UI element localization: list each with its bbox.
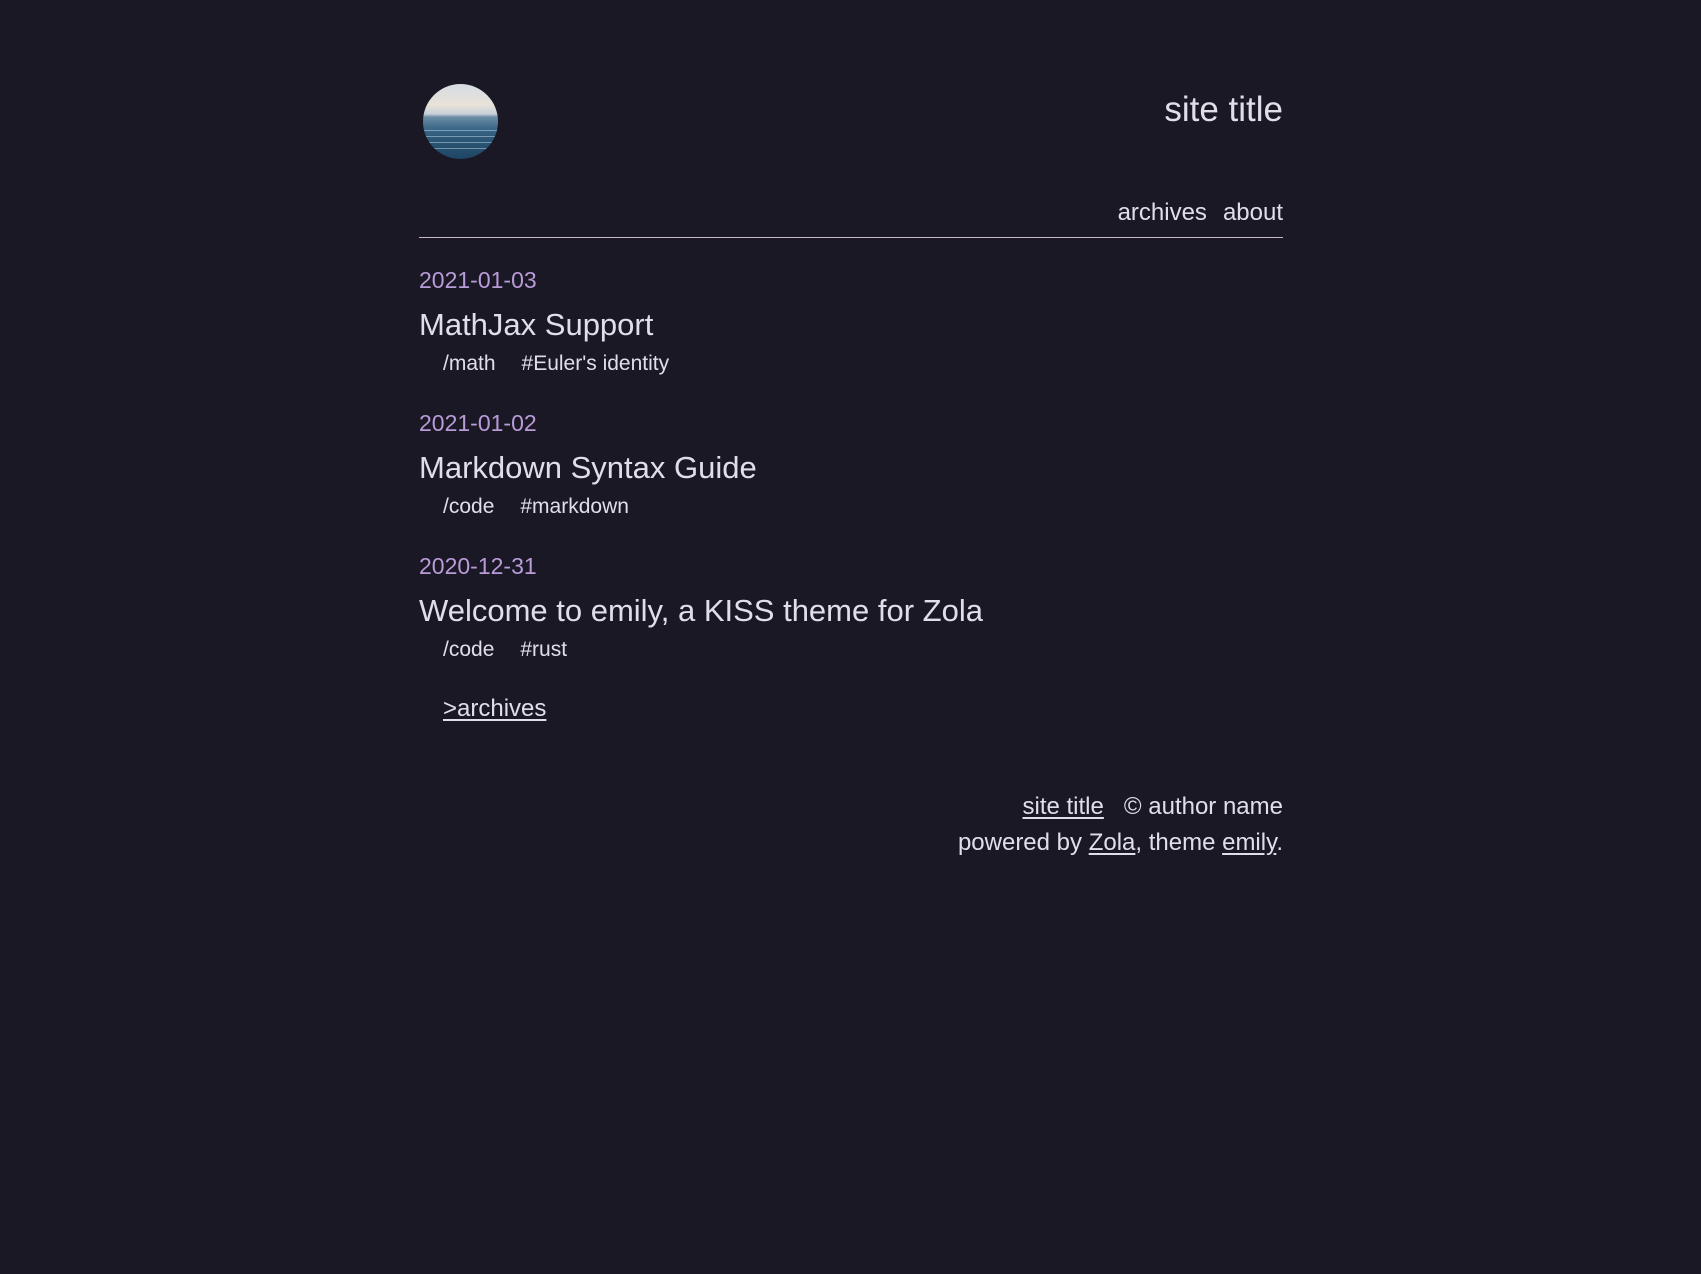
wave-line [423,130,498,131]
post-tags: /code #markdown [419,493,1283,521]
footer-copyright: © author name [1123,793,1283,820]
post-tag-link[interactable]: #Euler's identity [522,352,670,375]
main-nav: archives about [1102,198,1283,228]
footer-emily-link[interactable]: emily [1222,829,1276,856]
header-divider [419,237,1283,238]
footer-line-1: site title © author name [958,789,1284,825]
footer-line-2: powered by Zola, theme emily. [958,825,1283,861]
footer-suffix: . [1276,829,1283,856]
post-item: 2021-01-02 Markdown Syntax Guide /code #m… [419,409,1283,521]
nav-about[interactable]: about [1223,199,1283,226]
post-tag-link[interactable]: #rust [520,638,567,661]
page-container: site title archives about 2021-01-03 Math… [419,0,1283,856]
post-tag-link[interactable]: #markdown [520,495,629,518]
more-archives-link[interactable]: >archives [443,694,546,724]
nav-archives[interactable]: archives [1118,199,1207,226]
wave-line [423,148,498,149]
post-tags: /code #rust [419,636,1283,664]
site-footer: site title © author name powered by Zola… [958,789,1283,861]
post-title-link[interactable]: Markdown Syntax Guide [419,450,1283,486]
post-date: 2020-12-31 [419,553,537,579]
post-date: 2021-01-02 [419,410,537,436]
post-date: 2021-01-03 [419,267,537,293]
post-category-link[interactable]: /math [443,352,496,375]
footer-theme-text: , theme [1135,829,1223,856]
wave-line [423,142,498,143]
post-tags: /math #Euler's identity [419,350,1283,378]
post-item: 2020-12-31 Welcome to emily, a KISS them… [419,552,1283,664]
site-header: site title archives about [419,0,1283,238]
footer-site-link[interactable]: site title [1023,793,1104,820]
avatar[interactable] [423,84,498,159]
footer-powered-text: powered by [957,829,1089,856]
footer-zola-link[interactable]: Zola [1089,829,1136,856]
post-item: 2021-01-03 MathJax Support /math #Euler's… [419,266,1283,378]
post-category-link[interactable]: /code [443,495,494,518]
post-category-link[interactable]: /code [443,638,494,661]
wave-line [423,136,498,137]
post-title-link[interactable]: MathJax Support [419,307,1283,343]
site-title[interactable]: site title [1164,90,1283,130]
post-title-link[interactable]: Welcome to emily, a KISS theme for Zola [419,593,1283,629]
